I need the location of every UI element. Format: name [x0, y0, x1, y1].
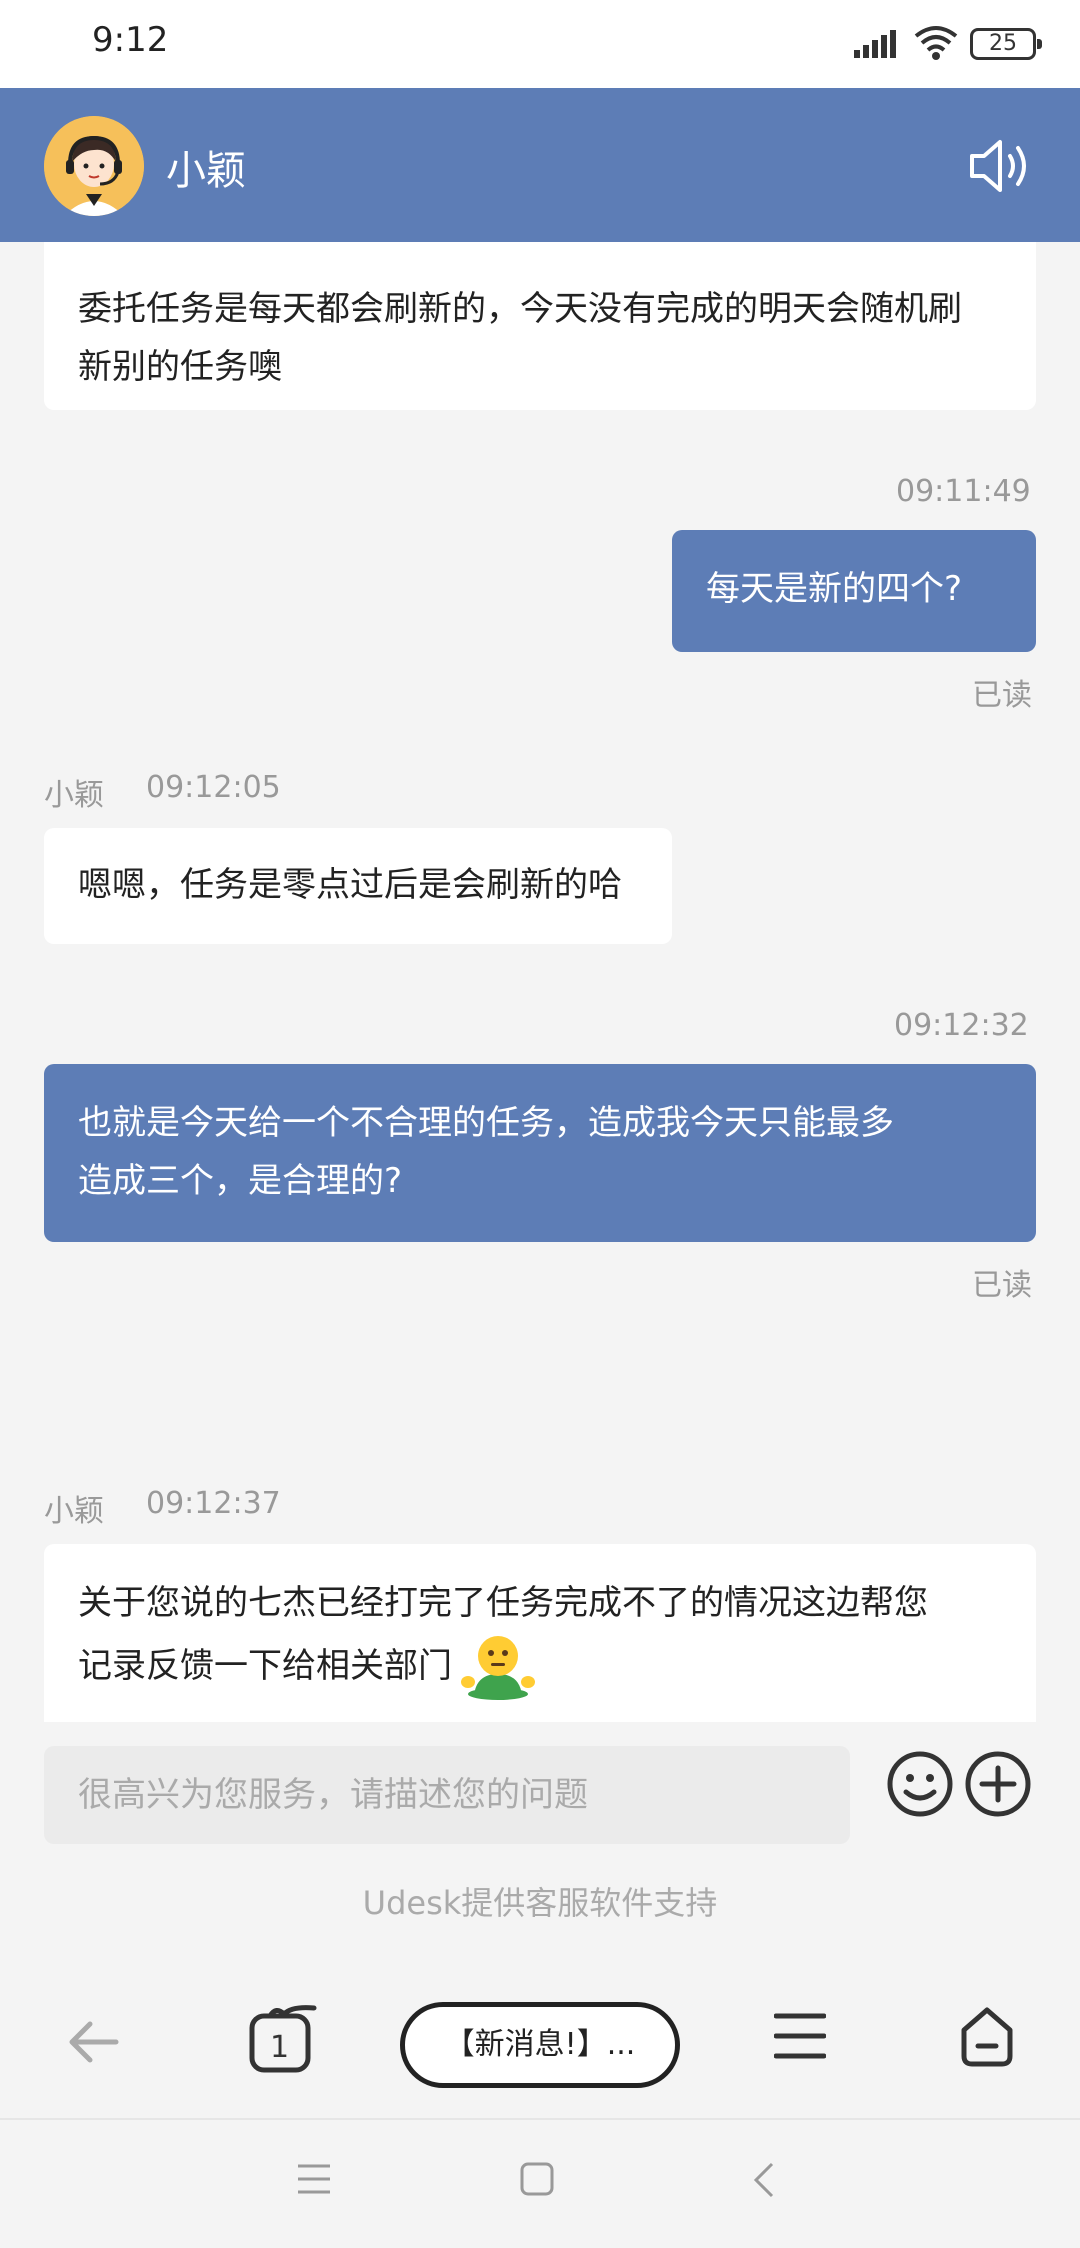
message-text: 也就是今天给一个不合理的任务，造成我今天只能最多 [78, 1103, 894, 1143]
tab-count: 1 [270, 2030, 290, 2065]
composer: Udesk提供客服软件支持 [0, 1722, 1080, 1962]
recents-icon[interactable] [296, 2162, 332, 2196]
message-time: 09:12:37 [146, 1486, 281, 1521]
home-key-icon[interactable] [520, 2162, 554, 2196]
message-time: 09:11:49 [896, 474, 1031, 509]
wifi-icon [914, 26, 958, 60]
message-text: 嗯嗯，任务是零点过后是会刷新的哈 [78, 865, 622, 905]
plus-icon[interactable] [964, 1750, 1032, 1818]
incoming-message: 关于您说的七杰已经打完了任务完成不了的情况这边帮您 记录反馈一下给相关部门 [44, 1544, 1036, 1722]
message-sender: 小颖 [44, 778, 104, 813]
shrug-emoji-icon [461, 1636, 535, 1700]
back-key-icon[interactable] [752, 2162, 776, 2198]
signal-icon [854, 30, 896, 58]
read-receipt: 已读 [972, 1268, 1032, 1303]
powered-by-text: Udesk提供客服软件支持 [362, 1884, 718, 1922]
message-text: 每天是新的四个? [706, 569, 963, 609]
chat-header: 小颖 [0, 88, 1080, 242]
menu-icon[interactable] [774, 2010, 826, 2062]
battery-indicator: 25 [970, 28, 1042, 60]
browser-toolbar: 1 【新消息!】... [0, 1962, 1080, 2120]
outgoing-message: 每天是新的四个? [672, 530, 1036, 652]
speaker-icon[interactable] [968, 138, 1034, 194]
status-time: 9:12 [92, 20, 169, 60]
new-message-button[interactable]: 【新消息!】... [400, 2002, 680, 2088]
message-text: 造成三个，是合理的? [78, 1161, 403, 1201]
message-text: 委托任务是每天都会刷新的，今天没有完成的明天会随机刷 [78, 289, 962, 329]
agent-name: 小颖 [166, 148, 246, 194]
incoming-message: 嗯嗯，任务是零点过后是会刷新的哈 [44, 828, 672, 944]
outgoing-message: 也就是今天给一个不合理的任务，造成我今天只能最多 造成三个，是合理的? [44, 1064, 1036, 1242]
message-time: 09:12:32 [894, 1008, 1029, 1043]
message-input[interactable] [44, 1746, 850, 1844]
back-arrow-icon[interactable] [66, 2014, 122, 2070]
message-text: 记录反馈一下给相关部门 [78, 1646, 452, 1686]
chat-area[interactable]: 委托任务是每天都会刷新的，今天没有完成的明天会随机刷 新别的任务噢 09:11:… [0, 242, 1080, 1722]
message-time: 09:12:05 [146, 770, 281, 805]
tabs-button[interactable]: 1 [248, 2004, 320, 2074]
agent-avatar [44, 116, 144, 216]
message-text: 关于您说的七杰已经打完了任务完成不了的情况这边帮您 [78, 1583, 928, 1623]
incoming-message: 委托任务是每天都会刷新的，今天没有完成的明天会随机刷 新别的任务噢 [44, 242, 1036, 410]
home-icon[interactable] [958, 2006, 1016, 2068]
status-bar: 9:12 25 [0, 0, 1080, 88]
emoji-icon[interactable] [886, 1750, 954, 1818]
message-text: 新别的任务噢 [78, 347, 282, 387]
read-receipt: 已读 [972, 678, 1032, 713]
message-sender: 小颖 [44, 1494, 104, 1529]
system-nav-bar [0, 2120, 1080, 2248]
